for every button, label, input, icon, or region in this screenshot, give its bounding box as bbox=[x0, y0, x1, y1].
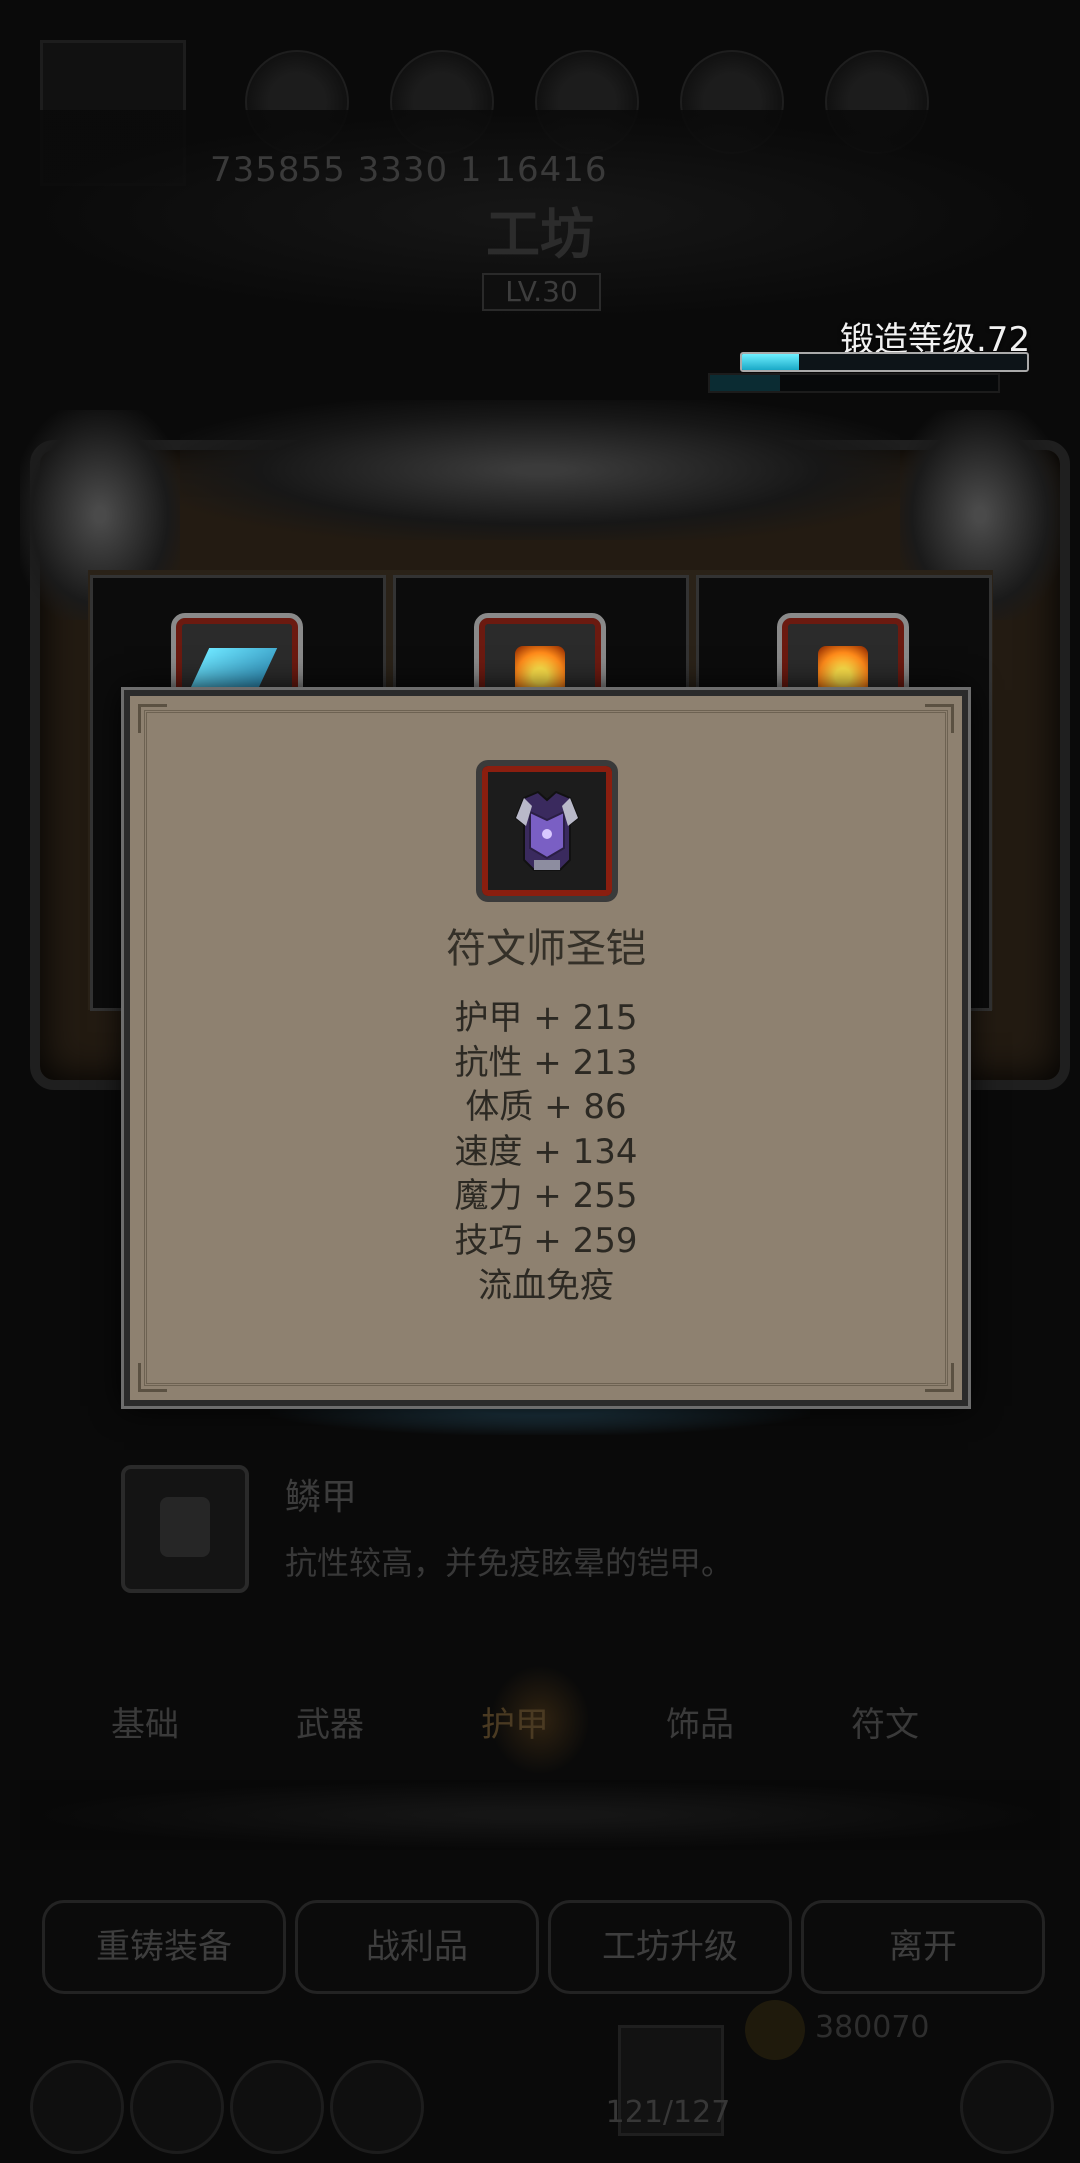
item-tooltip[interactable]: 符文师圣铠 护甲 + 215 抗性 + 213 体质 + 86 速度 + 134… bbox=[124, 690, 968, 1406]
stat-speed: 速度 + 134 bbox=[454, 1131, 638, 1172]
page-title: 工坊 bbox=[486, 203, 594, 266]
player-stats-row: 735855 3330 1 16416 bbox=[210, 150, 608, 190]
skill-icon[interactable] bbox=[230, 2060, 324, 2154]
tooltip-corner bbox=[925, 704, 954, 733]
settings-icon[interactable] bbox=[960, 2060, 1054, 2154]
tab-rune[interactable]: 符文 bbox=[810, 1690, 960, 1760]
armor-image bbox=[514, 790, 580, 871]
stat-resistance: 抗性 + 213 bbox=[454, 1042, 638, 1083]
dragon-ornament-center bbox=[180, 400, 900, 540]
bag-icon[interactable] bbox=[130, 2060, 224, 2154]
forge-progress-bar bbox=[740, 352, 1029, 372]
forge-progress-bar-secondary bbox=[708, 373, 1000, 393]
forge-progress-fill bbox=[742, 354, 799, 370]
loot-button[interactable]: 战利品 bbox=[295, 1900, 539, 1994]
item-stats: 护甲 + 215 抗性 + 213 体质 + 86 速度 + 134 魔力 + … bbox=[130, 996, 962, 1308]
category-tabs: 基础 武器 护甲 饰品 符文 bbox=[70, 1690, 1010, 1760]
recipe-name: 鳞甲 bbox=[285, 1477, 358, 1518]
tooltip-corner bbox=[138, 704, 167, 733]
recipe-item[interactable]: 鳞甲 抗性较高，并免疫眩晕的铠甲。 bbox=[115, 1460, 995, 1600]
menu-icon[interactable] bbox=[30, 2060, 124, 2154]
tooltip-corner bbox=[925, 1363, 954, 1392]
gold-coin-icon bbox=[745, 2000, 805, 2060]
tab-accessory[interactable]: 饰品 bbox=[625, 1690, 775, 1760]
tab-weapon[interactable]: 武器 bbox=[255, 1690, 405, 1760]
tab-armor[interactable]: 护甲 bbox=[440, 1690, 590, 1760]
leave-button[interactable]: 离开 bbox=[801, 1900, 1045, 1994]
gold-amount: 380070 bbox=[815, 2010, 930, 2045]
tooltip-corner bbox=[138, 1363, 167, 1392]
map-icon[interactable] bbox=[330, 2060, 424, 2154]
tab-basic[interactable]: 基础 bbox=[70, 1690, 220, 1760]
panel-bottom-ornament bbox=[20, 1780, 1060, 1850]
reforge-button[interactable]: 重铸装备 bbox=[42, 1900, 286, 1994]
item-name: 符文师圣铠 bbox=[446, 926, 646, 972]
stat-armor: 护甲 + 215 bbox=[454, 998, 638, 1038]
stat-skill: 技巧 + 259 bbox=[454, 1220, 638, 1261]
scale-armor-icon bbox=[121, 1465, 249, 1593]
recipe-description: 抗性较高，并免疫眩晕的铠甲。 bbox=[285, 1544, 734, 1582]
stat-bleed-immunity: 流血免疫 bbox=[478, 1265, 614, 1306]
chest-count: 121/127 bbox=[605, 2095, 731, 2130]
workshop-level-badge: LV.30 bbox=[482, 273, 601, 311]
stat-constitution: 体质 + 86 bbox=[465, 1087, 627, 1128]
stat-magic: 魔力 + 255 bbox=[454, 1176, 638, 1217]
armor-icon bbox=[476, 760, 618, 902]
workshop-upgrade-button[interactable]: 工坊升级 bbox=[548, 1900, 792, 1994]
